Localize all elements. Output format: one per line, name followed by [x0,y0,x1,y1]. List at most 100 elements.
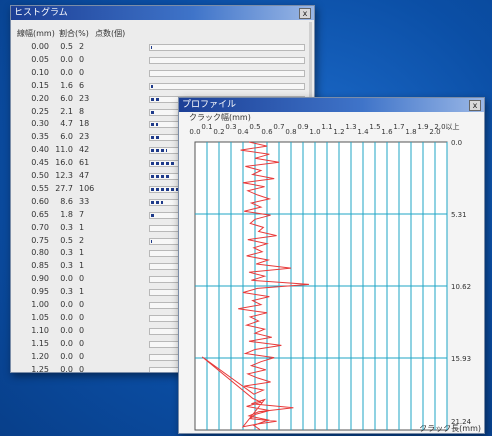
row-points: 7 [79,209,85,219]
row-ratio: 0.0 [60,351,73,361]
row-width: 0.75 [31,235,49,245]
row-points: 0 [79,274,85,284]
x-tick-label: 0.7 [273,123,284,131]
row-width: 0.90 [31,274,49,284]
histogram-row: 0.05 0.0 0 [11,55,314,67]
row-ratio: 0.0 [60,364,73,373]
row-ratio: 1.8 [60,209,73,219]
row-bar-fill [151,213,154,217]
row-ratio: 0.3 [60,248,73,258]
x-tick-label: 1.7 [393,123,404,131]
x-tick-label: 1.6 [381,128,393,136]
histogram-close-button[interactable]: x [299,8,311,19]
x-tick-label: 0.6 [261,128,273,136]
row-width: 0.40 [31,145,49,155]
x-tick-label: 0.3 [225,123,236,131]
row-width: 0.85 [31,261,49,271]
row-ratio: 8.6 [60,196,73,206]
row-width: 0.60 [31,196,49,206]
row-width: 0.20 [31,93,49,103]
row-bar-track [149,69,305,77]
row-points: 1 [79,261,85,271]
row-points: 1 [79,222,85,232]
x-tick-label: 1.5 [369,123,380,131]
header-width: 線幅(mm) [17,29,55,38]
row-points: 0 [79,300,85,309]
row-ratio: 0.5 [60,235,73,245]
row-ratio: 0.3 [60,287,73,297]
x-axis-label: クラック幅(mm) [189,112,251,122]
x-tick-label: 1.9 [417,123,428,131]
row-points: 1 [79,287,85,297]
histogram-row: 0.10 0.0 0 [11,68,314,80]
profile-close-button[interactable]: x [469,100,481,111]
row-width: 0.95 [31,287,49,297]
profile-chart: クラック幅(mm) クラック長(mm) 0.00.10.20.30.40.50.… [189,112,481,433]
row-width: 1.10 [31,325,49,335]
row-bar-fill [151,175,169,178]
row-bar-fill [151,123,158,127]
histogram-row: 0.15 1.6 6 [11,81,314,93]
row-points: 0 [79,351,85,361]
row-points: 0 [79,312,85,322]
row-ratio: 12.3 [55,171,73,180]
header-ratio: 割合(%) [59,29,89,38]
row-points: 0 [79,54,85,64]
row-width: 0.00 [31,42,49,51]
x-tick-label: 0.8 [285,128,296,136]
row-ratio: 1.6 [60,80,73,90]
row-width: 0.15 [31,80,49,90]
histogram-titlebar[interactable]: ヒストグラム x [11,6,314,20]
row-points: 2 [79,42,85,51]
profile-titlebar[interactable]: プロファイル x [179,98,484,112]
row-ratio: 4.7 [60,119,73,129]
profile-window: プロファイル x クラック幅(mm) クラック長(mm) 0.0 0.1 0.2 0.… [178,97,485,434]
row-width: 0.70 [31,222,49,232]
row-width: 0.55 [31,183,49,193]
row-width: 0.80 [31,248,49,258]
row-bar-track [149,82,305,90]
header-points: 点数(個) [95,29,126,38]
row-points: 0 [79,364,85,373]
row-ratio: 0.0 [60,300,73,309]
row-bar-fill [151,46,152,49]
x-tick-label: 0.2 [213,128,224,136]
x-tick-label: 0.1 [201,123,212,131]
row-points: 0 [79,67,85,77]
row-points: 2 [79,235,85,245]
row-ratio: 6.0 [60,93,73,103]
row-points: 8 [79,106,85,116]
y-tick-label: 5.31 [451,211,467,219]
x-tick-label: 2.0以上 [434,122,459,131]
row-points: 1 [79,248,85,258]
row-width: 1.05 [31,312,49,322]
row-points: 6 [79,80,85,90]
x-tick-label: 0.0 [189,128,200,136]
row-points: 18 [79,119,90,129]
row-ratio: 0.0 [60,325,73,335]
row-points: 61 [79,158,90,168]
row-width: 0.10 [31,67,49,77]
row-bar-fill [151,162,174,166]
row-ratio: 0.0 [60,274,73,284]
row-width: 0.45 [31,158,49,168]
row-width: 1.20 [31,351,49,361]
row-bar-fill [151,110,154,114]
row-width: 0.30 [31,119,49,129]
row-ratio: 0.3 [60,222,73,232]
row-ratio: 0.0 [60,338,73,348]
x-tick-label: 1.1 [321,123,332,131]
row-width: 0.05 [31,54,49,64]
x-tick-label: 0.4 [237,128,249,136]
row-width: 0.50 [31,171,49,180]
x-tick-label: 1.8 [405,128,416,136]
row-width: 0.35 [31,132,49,142]
x-tick-label: 1.0 [309,128,320,136]
row-bar-fill [151,84,153,88]
row-points: 0 [79,338,85,348]
row-ratio: 0.0 [60,67,73,77]
y-tick-label: 15.93 [451,355,471,363]
row-points: 23 [79,132,90,142]
row-ratio: 0.5 [60,42,73,51]
x-tick-label: 1.4 [357,128,369,136]
